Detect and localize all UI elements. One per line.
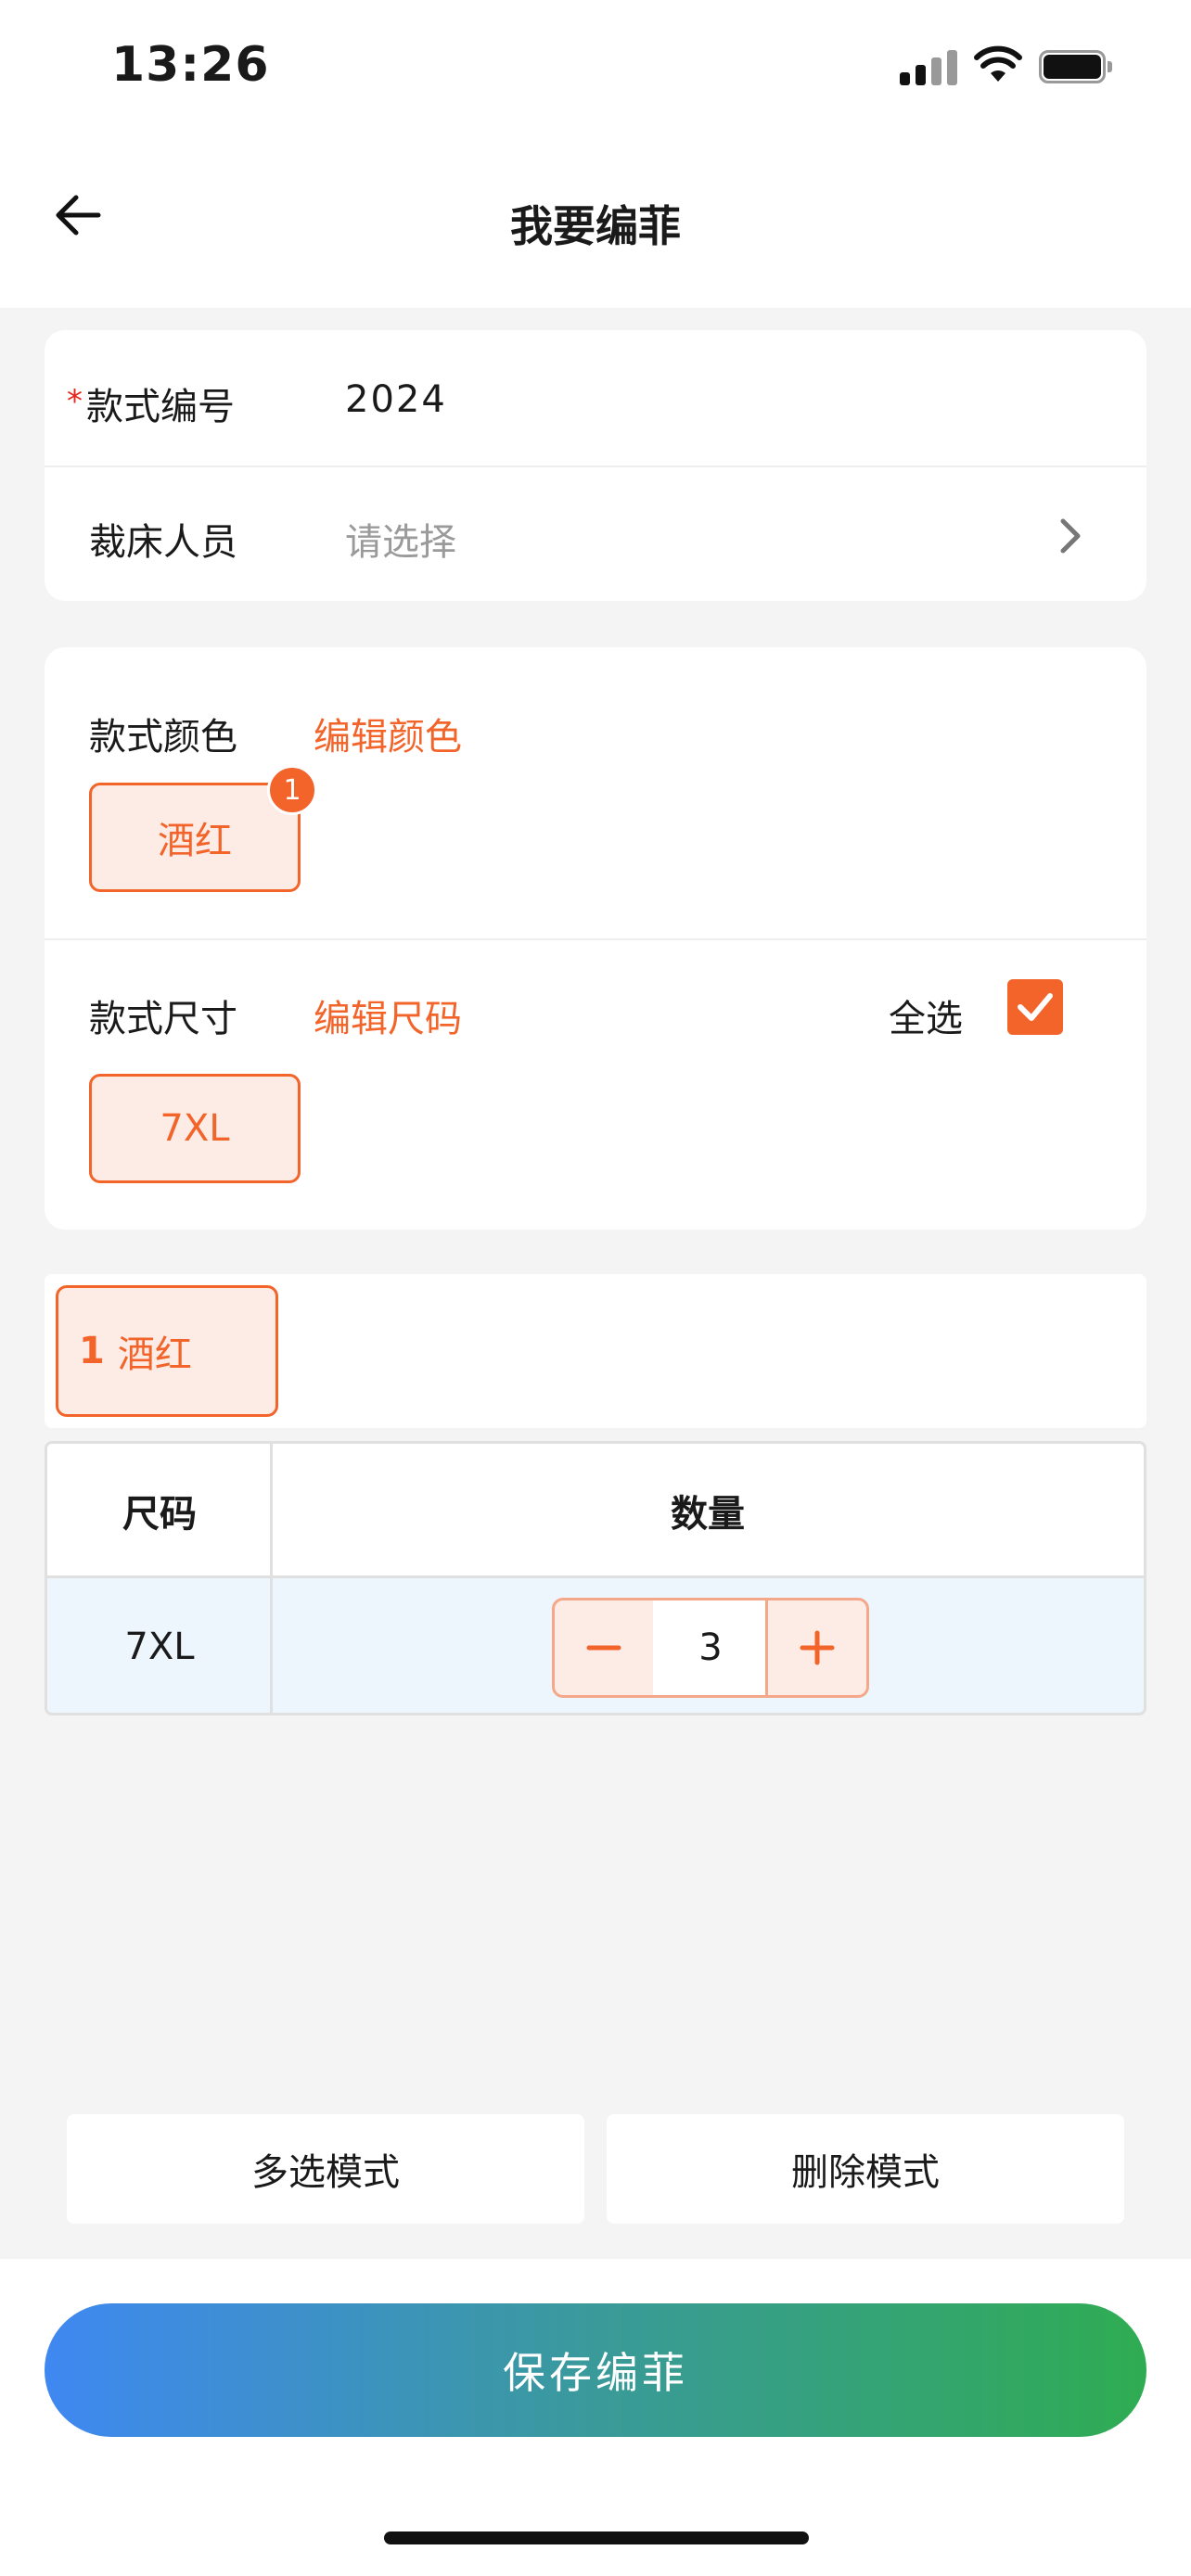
divider (270, 1444, 273, 1713)
cellular-signal-icon (900, 48, 957, 85)
status-time: 13:26 (111, 37, 270, 93)
battery-icon (1039, 50, 1113, 83)
divider (45, 938, 1146, 940)
quantity-value[interactable]: 3 (653, 1598, 768, 1698)
column-header-quantity: 数量 (671, 1493, 745, 1536)
save-button[interactable]: 保存编菲 (45, 2303, 1146, 2437)
color-tab-index: 1 (79, 1330, 105, 1372)
select-all-label: 全选 (889, 998, 963, 1040)
size-quantity-table: 尺码 数量 7XL 3 (45, 1441, 1146, 1715)
divider (47, 1575, 1144, 1578)
delete-mode-button[interactable]: 删除模式 (607, 2114, 1124, 2224)
plus-icon (800, 1630, 835, 1665)
edit-color-link[interactable]: 编辑颜色 (314, 707, 462, 760)
size-chip-label: 7XL (160, 1107, 230, 1150)
cutter-select[interactable]: 请选择 (345, 512, 456, 566)
quantity-stepper: 3 (552, 1598, 869, 1698)
required-mark: * (67, 383, 83, 420)
color-chip-label: 酒红 (158, 820, 232, 862)
wifi-icon (974, 45, 1022, 82)
size-cell: 7XL (124, 1626, 195, 1668)
minus-icon (586, 1645, 621, 1651)
style-color-label: 款式颜色 (89, 716, 237, 759)
style-size-label: 款式尺寸 (89, 998, 237, 1040)
style-number-value[interactable]: 2024 (345, 378, 447, 421)
decrement-button[interactable] (552, 1598, 656, 1698)
color-tab-label: 酒红 (117, 1333, 192, 1376)
column-header-size: 尺码 (122, 1493, 197, 1536)
increment-button[interactable] (765, 1598, 869, 1698)
multi-select-mode-button[interactable]: 多选模式 (67, 2114, 584, 2224)
size-chip[interactable]: 7XL (89, 1074, 301, 1183)
style-number-label: * 款式编号 (67, 383, 235, 428)
chevron-right-icon (1060, 518, 1081, 554)
color-tab[interactable]: 1 酒红 (56, 1285, 278, 1417)
home-indicator (384, 2531, 809, 2544)
select-all-checkbox[interactable] (1007, 979, 1063, 1035)
cutter-label: 裁床人员 (89, 521, 237, 564)
page-title: 我要编菲 (510, 201, 681, 251)
checkmark-icon (1018, 993, 1053, 1021)
color-count-badge: 1 (267, 765, 317, 815)
edit-size-link[interactable]: 编辑尺码 (314, 988, 462, 1042)
